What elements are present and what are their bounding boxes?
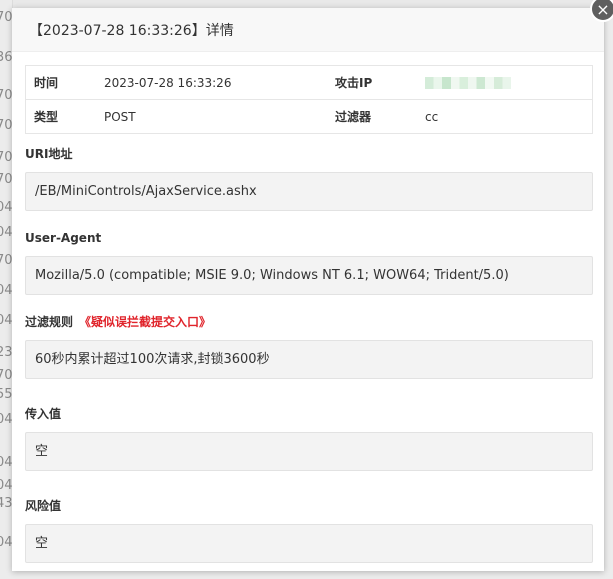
background-cell: 04 <box>0 200 13 215</box>
table-row: 时间 2023-07-28 16:33:26 攻击IP <box>25 65 593 100</box>
filter-rule-label-text: 过滤规则 <box>25 315 74 329</box>
background-cell: 70 <box>0 368 13 383</box>
background-edge-bottom <box>12 571 612 579</box>
close-button[interactable]: × <box>590 0 613 22</box>
filter-label: 过滤器 <box>335 99 425 134</box>
background-cell: 70 <box>0 150 13 165</box>
filter-rule-value-box: 60秒内累计超过100次请求,封锁3600秒 <box>25 340 593 379</box>
type-label: 类型 <box>25 99 104 134</box>
redacted-ip <box>425 77 511 89</box>
filter-rule-label: 过滤规则 《疑似误拦截提交入口》 <box>25 312 591 332</box>
table-row: 类型 POST 过滤器 cc <box>25 99 593 134</box>
background-cell: 36 <box>0 50 13 65</box>
background-cell: 43 <box>0 496 13 511</box>
type-value: POST <box>104 99 335 134</box>
background-cell: 04 <box>0 412 13 427</box>
detail-dialog: 【2023-07-28 16:33:26】详情 时间 2023-07-28 16… <box>12 8 604 571</box>
uri-value-box: /EB/MiniControls/AjaxService.ashx <box>25 172 593 211</box>
input-value-box: 空 <box>25 432 593 471</box>
background-cell: 55 <box>0 387 13 402</box>
background-cell: 04 <box>0 455 13 470</box>
background-cell: 04 <box>0 225 13 240</box>
background-cell: 04 <box>0 283 13 298</box>
uri-label: URI地址 <box>25 147 73 161</box>
user-agent-value-box: Mozilla/5.0 (compatible; MSIE 9.0; Windo… <box>25 256 593 295</box>
close-icon: × <box>596 0 610 19</box>
info-table: 时间 2023-07-28 16:33:26 攻击IP 类型 POST 过滤器 … <box>25 65 593 134</box>
background-cell: 70 <box>0 118 13 133</box>
background-cell: 70 <box>0 253 13 268</box>
dialog-title: 【2023-07-28 16:33:26】详情 <box>29 22 234 39</box>
input-value-label: 传入值 <box>25 407 62 421</box>
time-value: 2023-07-28 16:33:26 <box>104 65 335 100</box>
user-agent-label: User-Agent <box>25 231 102 245</box>
background-cell: 70 <box>0 10 13 25</box>
background-edge-right <box>605 0 613 579</box>
time-label: 时间 <box>25 65 104 100</box>
background-cell: 23 <box>0 345 13 360</box>
background-cell: 70 <box>0 88 13 103</box>
background-cell: 04 <box>0 313 13 328</box>
background-cell: 70 <box>0 172 13 187</box>
attack-ip-label: 攻击IP <box>335 65 425 100</box>
risk-value-box: 空 <box>25 524 593 563</box>
attack-ip-value <box>425 65 593 100</box>
dialog-header: 【2023-07-28 16:33:26】详情 <box>12 8 604 52</box>
risk-value-label: 风险值 <box>25 499 62 513</box>
filter-value: cc <box>425 99 593 134</box>
dialog-body: 时间 2023-07-28 16:33:26 攻击IP 类型 POST 过滤器 … <box>12 52 604 563</box>
false-positive-link[interactable]: 《疑似误拦截提交入口》 <box>79 315 211 329</box>
background-cell: 04 <box>0 478 13 493</box>
background-cell: 04 <box>0 535 13 550</box>
